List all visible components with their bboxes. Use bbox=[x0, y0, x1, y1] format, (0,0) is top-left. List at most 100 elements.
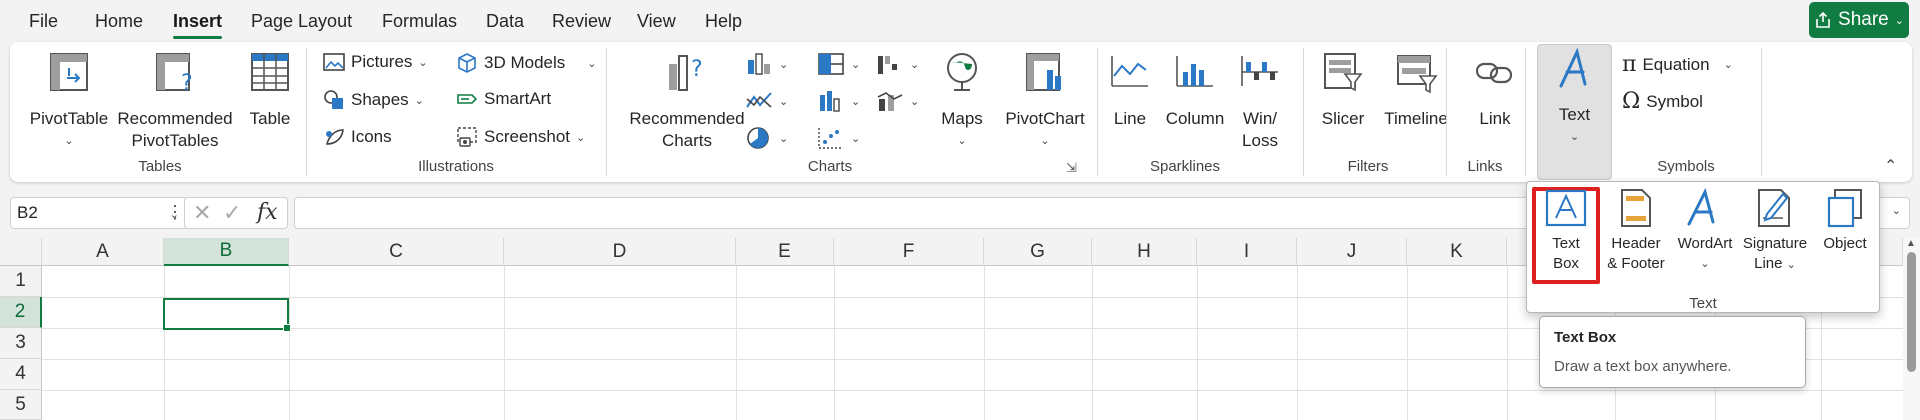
pivotchart-label: PivotChart bbox=[1005, 109, 1085, 128]
row-header-2[interactable]: 2 bbox=[0, 297, 42, 328]
insert-function-icon[interactable]: fx bbox=[257, 200, 278, 225]
column-header-i[interactable]: I bbox=[1197, 238, 1297, 266]
recommended-charts-label-2: Charts bbox=[661, 131, 713, 150]
tab-formulas[interactable]: Formulas bbox=[382, 11, 457, 32]
combo-chart-button[interactable]: ⌄ bbox=[876, 89, 919, 113]
text-box-label-2: Box bbox=[1553, 255, 1579, 272]
share-button[interactable]: Share ⌄ bbox=[1809, 2, 1909, 38]
chevron-down-icon[interactable]: ⌄ bbox=[1892, 204, 1901, 217]
tab-data[interactable]: Data bbox=[486, 11, 524, 32]
tab-help[interactable]: Help bbox=[705, 11, 742, 32]
row-header-4[interactable]: 4 bbox=[0, 359, 42, 390]
signature-line-label-2: Line ⌄ bbox=[1754, 254, 1796, 275]
column-chart-icon bbox=[748, 53, 770, 75]
ribbon-separator bbox=[606, 48, 607, 176]
shapes-icon bbox=[324, 90, 343, 109]
wordart-button[interactable]: WordArt ⌄ bbox=[1671, 188, 1739, 274]
pie-chart-button[interactable]: ⌄ bbox=[745, 126, 788, 150]
chevron-down-icon: ⌄ bbox=[779, 95, 789, 108]
3d-models-label: 3D Models bbox=[484, 53, 566, 72]
timeline-button[interactable]: Timeline bbox=[1376, 50, 1456, 130]
confirm-icon[interactable]: ✓ bbox=[223, 200, 241, 226]
scatter-chart-button[interactable]: ⌄ bbox=[817, 126, 860, 150]
scroll-up-icon[interactable]: ▲ bbox=[1906, 238, 1916, 249]
gridline bbox=[834, 266, 835, 420]
pivottable-button[interactable]: PivotTable ⌄ bbox=[28, 50, 110, 152]
statistic-chart-button[interactable]: ⌄ bbox=[817, 89, 860, 113]
link-button[interactable]: Link bbox=[1460, 50, 1530, 130]
text-box-button[interactable]: Text Box bbox=[1537, 188, 1595, 274]
screenshot-button[interactable]: Screenshot ⌄ bbox=[456, 126, 585, 148]
tooltip-title: Text Box bbox=[1554, 329, 1617, 346]
column-header-e[interactable]: E bbox=[736, 238, 834, 266]
sparkline-winloss-button[interactable]: Win/ Loss bbox=[1230, 50, 1290, 152]
pie-chart-icon bbox=[747, 127, 769, 149]
chevron-down-icon: ⌄ bbox=[1569, 131, 1580, 143]
timeline-icon bbox=[1397, 55, 1438, 94]
header-footer-label-2: & Footer bbox=[1607, 255, 1665, 272]
text-button[interactable]: Text ⌄ bbox=[1537, 48, 1612, 148]
tab-file[interactable]: File bbox=[29, 11, 58, 32]
tab-review[interactable]: Review bbox=[552, 11, 611, 32]
column-header-a[interactable]: A bbox=[42, 238, 164, 266]
menu-bar: File Home Insert Page Layout Formulas Da… bbox=[0, 0, 1920, 40]
column-header-d[interactable]: D bbox=[504, 238, 736, 266]
table-button[interactable]: Table bbox=[240, 50, 300, 130]
row-header-1[interactable]: 1 bbox=[0, 266, 42, 297]
scrollbar-thumb[interactable] bbox=[1907, 252, 1916, 372]
column-header-h[interactable]: H bbox=[1092, 238, 1197, 266]
active-cell-b2[interactable] bbox=[163, 298, 291, 332]
dialog-launcher-icon[interactable]: ⇲ bbox=[1066, 160, 1077, 176]
svg-text:?: ? bbox=[181, 71, 193, 94]
row-header-3[interactable]: 3 bbox=[0, 328, 42, 359]
smartart-button[interactable]: SmartArt bbox=[456, 89, 551, 109]
hierarchy-chart-button[interactable]: ⌄ bbox=[817, 52, 860, 76]
column-header-c[interactable]: C bbox=[289, 238, 504, 266]
column-header-k[interactable]: K bbox=[1407, 238, 1507, 266]
sparkline-column-button[interactable]: Column bbox=[1160, 50, 1230, 130]
object-button[interactable]: Object bbox=[1812, 188, 1878, 254]
chevron-down-icon: ⌄ bbox=[910, 58, 920, 71]
pivottable-icon bbox=[50, 53, 88, 91]
group-label-text: Text bbox=[1689, 295, 1717, 312]
slicer-button[interactable]: Slicer bbox=[1310, 50, 1376, 130]
shapes-button[interactable]: Shapes ⌄ bbox=[323, 89, 424, 111]
row-header-5[interactable]: 5 bbox=[0, 390, 42, 420]
column-header-g[interactable]: G bbox=[984, 238, 1092, 266]
waterfall-chart-button[interactable]: ⌄ bbox=[876, 52, 919, 76]
pivotchart-button[interactable]: PivotChart ⌄ bbox=[1000, 50, 1090, 152]
equation-button[interactable]: π Equation ⌄ bbox=[1622, 52, 1733, 77]
signature-line-button[interactable]: Signature Line ⌄ bbox=[1735, 188, 1815, 275]
vertical-scrollbar[interactable]: ▲ bbox=[1903, 238, 1920, 420]
symbol-label: Symbol bbox=[1646, 91, 1703, 111]
timeline-label: Timeline bbox=[1384, 109, 1448, 128]
text-dropdown-menu: Text Box Header & Footer WordArt ⌄ Signa… bbox=[1526, 181, 1880, 313]
sparkline-column-label: Column bbox=[1165, 109, 1225, 128]
sparkline-line-button[interactable]: Line bbox=[1100, 50, 1160, 130]
column-chart-button[interactable]: ⌄ bbox=[745, 52, 788, 76]
column-header-f[interactable]: F bbox=[834, 238, 984, 266]
tab-home[interactable]: Home bbox=[95, 11, 143, 32]
3d-models-button[interactable]: 3D Models ⌄ bbox=[456, 52, 596, 74]
icons-button[interactable]: Icons bbox=[323, 126, 392, 148]
select-all-corner[interactable] bbox=[0, 238, 42, 266]
group-label-filters: Filters bbox=[1347, 158, 1389, 175]
header-footer-button[interactable]: Header & Footer bbox=[1601, 188, 1671, 274]
cancel-icon[interactable]: ✕ bbox=[193, 200, 211, 226]
recommended-charts-button[interactable]: ? Recommended Charts bbox=[615, 50, 759, 152]
line-chart-button[interactable]: ⌄ bbox=[745, 89, 788, 113]
column-header-j[interactable]: J bbox=[1297, 238, 1407, 266]
recommended-pivottables-button[interactable]: ? Recommended PivotTables bbox=[115, 50, 235, 152]
maps-button[interactable]: Maps ⌄ bbox=[930, 50, 994, 152]
tab-view[interactable]: View bbox=[637, 11, 676, 32]
group-label-tables: Tables bbox=[138, 158, 182, 175]
smartart-label: SmartArt bbox=[484, 89, 552, 108]
tab-page-layout[interactable]: Page Layout bbox=[251, 11, 352, 32]
symbol-button[interactable]: Ω Symbol bbox=[1622, 89, 1703, 114]
collapse-ribbon-icon[interactable]: ⌃ bbox=[1884, 156, 1897, 176]
pictures-button[interactable]: Pictures ⌄ bbox=[323, 52, 428, 72]
more-options-icon[interactable]: ⋮ bbox=[166, 202, 184, 223]
name-box[interactable]: B2 ⌄ bbox=[10, 197, 188, 229]
tab-insert[interactable]: Insert bbox=[173, 11, 223, 39]
column-header-b[interactable]: B bbox=[164, 238, 289, 266]
